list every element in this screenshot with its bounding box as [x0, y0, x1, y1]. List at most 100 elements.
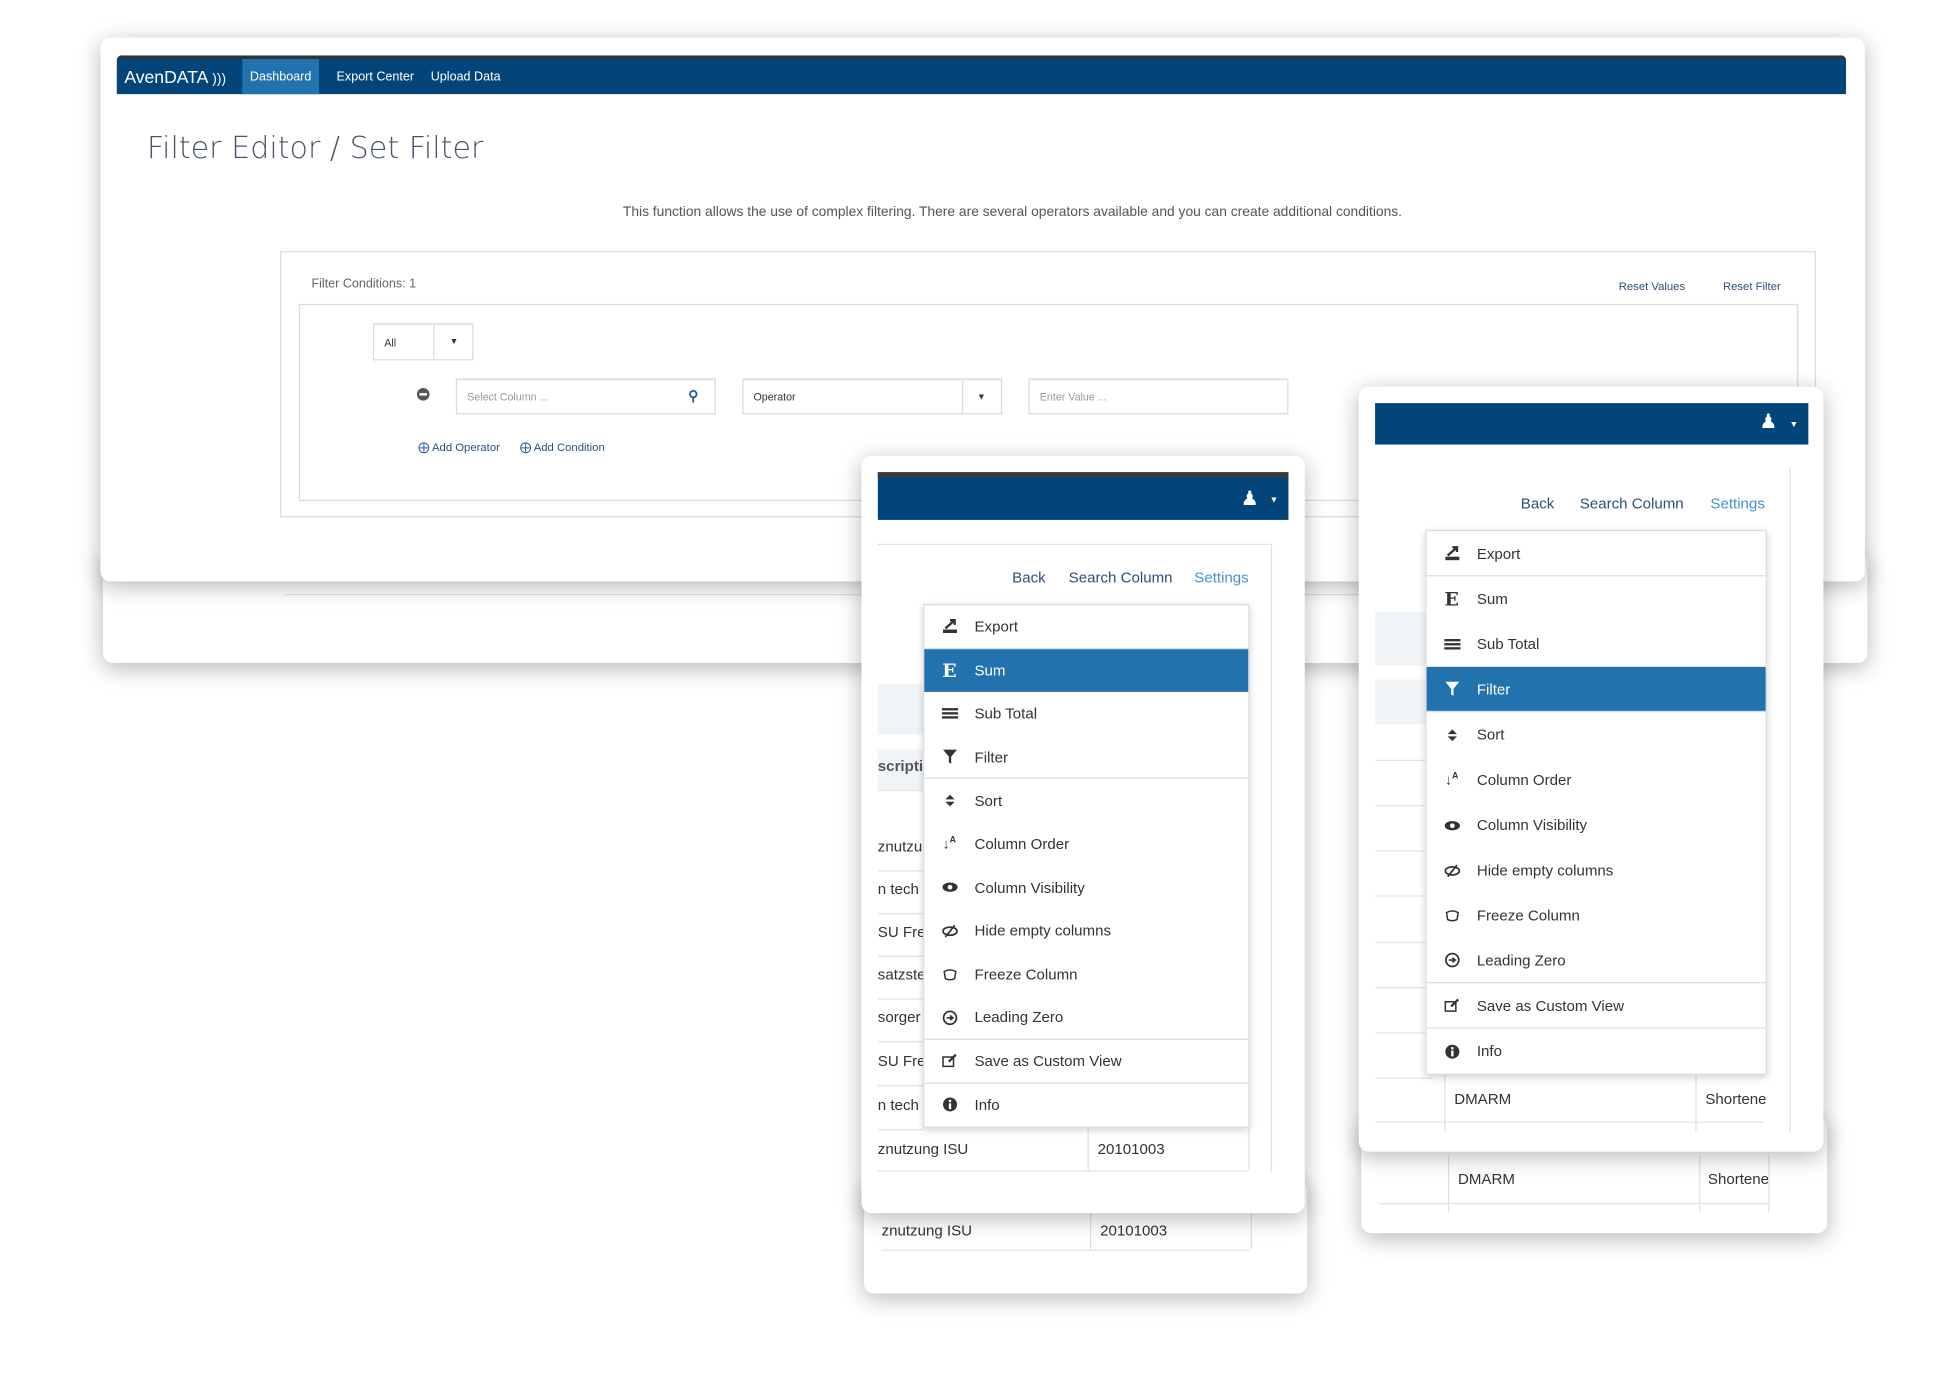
menu-item-filter[interactable]: Filter: [1426, 666, 1766, 713]
menu-item-label: Hide empty columns: [974, 922, 1112, 940]
nav-dashboard[interactable]: Dashboard: [242, 59, 319, 95]
plus-circle-icon: ⨁: [519, 440, 532, 454]
divider: [877, 1041, 924, 1043]
select-column-input[interactable]: Select Column ... ⚲: [455, 377, 716, 415]
chevron-down-icon[interactable]: ▼: [1790, 421, 1799, 430]
back-link[interactable]: Back: [1521, 495, 1555, 513]
menu-item-column-visibility[interactable]: Column Visibility: [1427, 802, 1766, 847]
logo[interactable]: AvenDATA ))): [124, 67, 226, 87]
user-icon[interactable]: ♟: [1759, 409, 1777, 434]
divider: [1375, 987, 1432, 989]
menu-item-filter[interactable]: Filter: [924, 736, 1249, 780]
menu-item-label: Info: [1476, 1042, 1502, 1060]
menu-item-column-order[interactable]: ↓A Column Order: [1427, 757, 1766, 802]
sort-alpha-icon: ↓A: [1445, 771, 1459, 788]
divider: [1378, 1203, 1769, 1205]
menu-item-label: Info: [974, 1096, 1000, 1114]
page-description: This function allows the use of complex …: [622, 204, 1403, 220]
table-header-cell: scriptic: [877, 757, 924, 775]
table-cell: 20101003: [1100, 1221, 1168, 1240]
reset-values-link[interactable]: Reset Values: [1619, 280, 1685, 293]
menu-item-sub-total[interactable]: Sub Total: [924, 692, 1248, 735]
search-column-link[interactable]: Search Column: [1069, 569, 1173, 587]
divider: [1768, 1155, 1770, 1212]
divider: [1248, 1126, 1250, 1171]
menu-item-label: Freeze Column: [1476, 906, 1580, 925]
filter-icon: [1427, 681, 1477, 697]
menu-item-hide-empty-columns[interactable]: Hide empty columns: [924, 909, 1248, 952]
app-header: ♟ ▼: [877, 472, 1289, 520]
table-toolbar-band: [1375, 611, 1432, 666]
search-column-link[interactable]: Search Column: [1580, 495, 1684, 513]
nav-upload-data[interactable]: Upload Data: [423, 59, 508, 94]
table-cell: SU Frei: [877, 923, 923, 941]
reset-filter-link[interactable]: Reset Filter: [1723, 280, 1781, 293]
menu-item-label: Leading Zero: [1476, 951, 1566, 969]
menu-item-save-as-custom-view[interactable]: Save as Custom View: [1426, 983, 1766, 1029]
menu-item-label: Save as Custom View: [1476, 996, 1624, 1015]
menu-item-info[interactable]: Info: [1427, 1029, 1766, 1074]
table-cell: znutzung ISU: [877, 1140, 969, 1158]
freeze-icon: [924, 966, 974, 982]
eye-slash-icon: [924, 923, 974, 939]
menu-item-sort[interactable]: Sort: [1427, 712, 1766, 757]
chevron-down-icon[interactable]: ▼: [1270, 496, 1279, 505]
menu-item-info[interactable]: Info: [924, 1083, 1248, 1126]
menu-item-sort[interactable]: Sort: [924, 779, 1248, 822]
menu-item-sub-total[interactable]: Sub Total: [1427, 622, 1766, 667]
settings-link[interactable]: Settings: [1194, 569, 1248, 587]
menu-item-freeze-column[interactable]: Freeze Column: [924, 953, 1248, 996]
settings-link[interactable]: Settings: [1710, 495, 1764, 513]
menu-item-leading-zero[interactable]: Leading Zero: [1426, 938, 1766, 984]
divider: [877, 870, 924, 872]
divider: [1375, 941, 1432, 944]
menu-item-hide-empty-columns[interactable]: Hide empty columns: [1427, 848, 1766, 893]
menu-item-export[interactable]: Export: [924, 605, 1249, 649]
sort-alpha-icon: ↓A: [942, 836, 957, 853]
add-operator-button[interactable]: ⨁ Add Operator: [418, 441, 500, 455]
menu-item-export[interactable]: Export: [1426, 531, 1766, 577]
menu-item-column-order[interactable]: ↓A Column Order: [924, 823, 1248, 866]
navbar: AvenDATA ))) Dashboard Export Center Upl…: [116, 55, 1847, 95]
table-cell: Shortene: [1707, 1170, 1769, 1188]
divider: [1789, 467, 1791, 1133]
operator-select[interactable]: Operator ▼: [742, 377, 1003, 415]
menu-item-label: Sub Total: [1476, 635, 1540, 654]
table-cell: DMARM: [1457, 1170, 1515, 1188]
divider: [881, 1249, 1251, 1251]
menu-item-label: Filter: [1476, 680, 1511, 698]
menu-item-label: Save as Custom View: [974, 1052, 1122, 1070]
plus-circle-icon: ⨁: [418, 440, 430, 454]
page-title: Filter Editor / Set Filter: [146, 130, 484, 166]
divider: [1375, 850, 1432, 852]
nav-export-center[interactable]: Export Center: [329, 59, 422, 94]
table-cell: satzste: [877, 965, 924, 984]
back-link[interactable]: Back: [1012, 569, 1046, 587]
menu-item-sum[interactable]: E Sum: [924, 648, 1249, 693]
menu-item-label: Export: [1476, 544, 1521, 562]
add-condition-button[interactable]: ⨁ Add Condition: [520, 441, 605, 455]
divider: [877, 789, 924, 792]
menu-item-label: Sum: [1476, 590, 1508, 608]
menu-item-leading-zero[interactable]: Leading Zero: [924, 996, 1249, 1040]
divider: [1375, 804, 1432, 807]
divider: [1375, 1032, 1432, 1034]
menu-item-column-visibility[interactable]: Column Visibility: [924, 866, 1248, 909]
list-icon: [924, 706, 974, 722]
user-icon[interactable]: ♟: [1241, 486, 1259, 511]
table-cell: Shortene: [1705, 1090, 1766, 1108]
value-input[interactable]: Enter Value ...: [1028, 377, 1289, 415]
menu-item-save-as-custom-view[interactable]: Save as Custom View: [924, 1040, 1249, 1084]
table-cell: znutzu: [877, 837, 923, 856]
menu-item-freeze-column[interactable]: Freeze Column: [1427, 893, 1766, 938]
menu-item-label: Column Order: [974, 835, 1070, 854]
search-icon[interactable]: ⚲: [688, 388, 698, 404]
match-select[interactable]: All ▼: [372, 322, 474, 361]
menu-item-label: Freeze Column: [974, 965, 1078, 984]
menu-item-label: Sum: [974, 661, 1006, 680]
remove-condition-icon[interactable]: [416, 388, 430, 401]
arrow-circle-icon: [924, 1009, 974, 1025]
menu-item-sum[interactable]: E Sum: [1427, 576, 1766, 621]
export-icon: [1427, 545, 1477, 561]
divider: [877, 1128, 924, 1131]
